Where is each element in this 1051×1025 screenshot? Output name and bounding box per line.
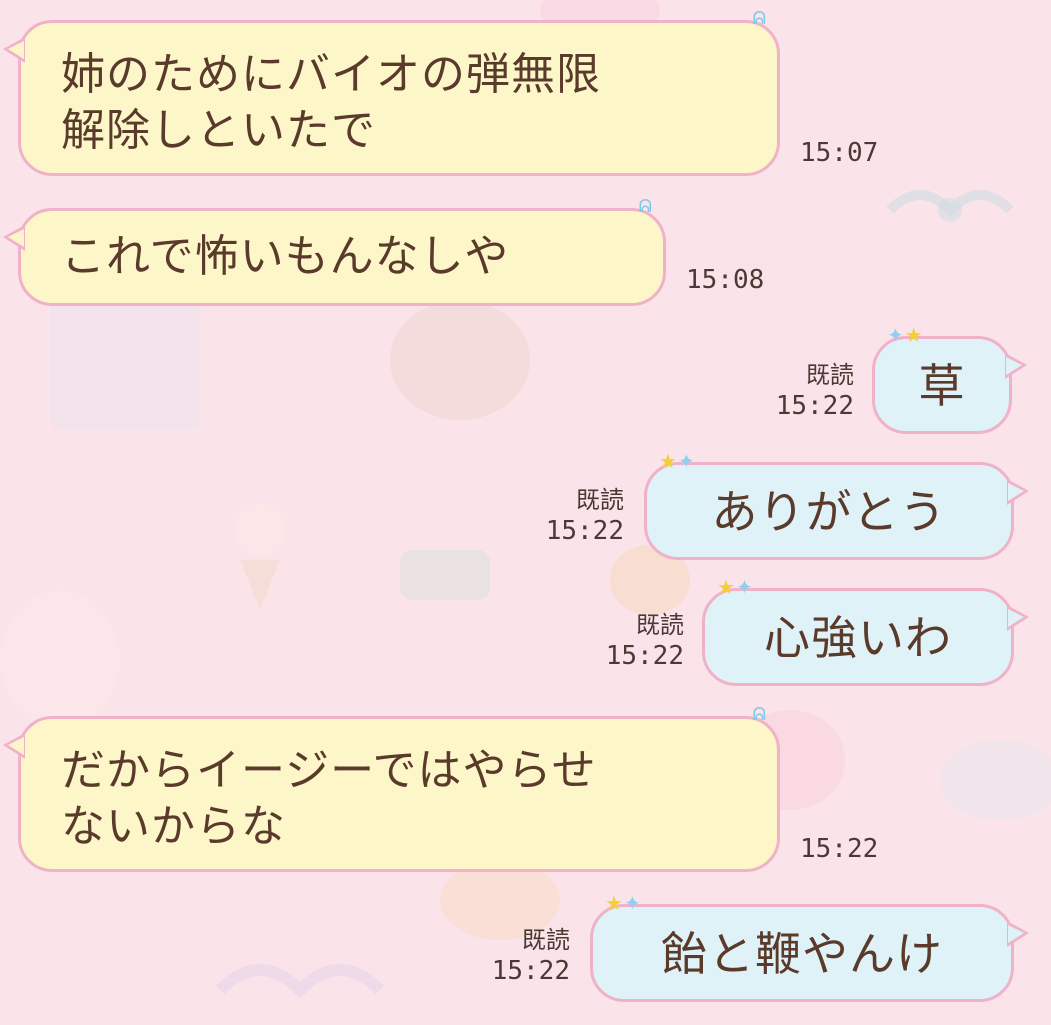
message-timestamp: 15:22 (775, 391, 854, 421)
star-sticker-icon: ★✦ (717, 575, 754, 599)
message-bubble-received: ᕱ これで怖いもんなしや (3, 197, 666, 306)
message-text: これで怖いもんなしや (61, 231, 510, 282)
message-timestamp: 15:22 (491, 956, 570, 986)
message-text: 心強いわ (764, 611, 952, 665)
message-bubble-received: ᕱ 姉のためにバイオの弾無限 解除しといたで (3, 9, 780, 176)
message-bubble-sent: ★✦ ありがとう (644, 451, 1029, 560)
message-text: 草 (918, 359, 966, 413)
star-sticker-icon: ★✦ (605, 891, 642, 915)
bubble-tail (1007, 921, 1029, 947)
message-text-line: だからイージーではやらせ (61, 745, 597, 796)
read-status: 既読 15:22 (760, 360, 854, 422)
read-status: 既読 15:22 (466, 925, 570, 987)
message-bubble-sent: ★✦ 心強いわ (702, 577, 1029, 686)
message-bubble-sent: ★✦ 飴と鞭やんけ (590, 893, 1029, 1002)
message-timestamp: 15:22 (545, 516, 624, 546)
message-timestamp: 15:07 (800, 138, 879, 168)
bubble-tail (3, 733, 25, 759)
ribbon-icon: ᕱ (752, 8, 767, 29)
message-text-line: ないからな (61, 801, 286, 852)
read-status: 既読 15:22 (580, 610, 684, 672)
read-status: 既読 15:22 (520, 485, 624, 547)
bubble-tail (3, 225, 25, 251)
bubble-tail (3, 37, 25, 63)
message-timestamp: 15:22 (800, 834, 879, 864)
read-label: 既読 (576, 486, 624, 514)
message-timestamp: 15:08 (686, 265, 765, 295)
message-text: 飴と鞭やんけ (661, 927, 943, 981)
ribbon-icon: ᕱ (638, 196, 653, 217)
ribbon-icon: ᕱ (752, 704, 767, 725)
message-text-line: 解除しといたで (61, 105, 376, 156)
message-bubble-received: ᕱ だからイージーではやらせ ないからな (3, 705, 780, 872)
bubble-tail (1007, 479, 1029, 505)
message-timestamp: 15:22 (605, 641, 684, 671)
message-bubble-sent: ✦★ 草 (872, 325, 1027, 434)
star-sticker-icon: ★✦ (659, 449, 696, 473)
read-label: 既読 (522, 926, 570, 954)
star-sticker-icon: ✦★ (887, 323, 924, 347)
read-label: 既読 (636, 611, 684, 639)
message-text: ありがとう (711, 485, 947, 539)
message-text-line: 姉のためにバイオの弾無限 (61, 49, 601, 100)
read-label: 既読 (806, 361, 854, 389)
bubble-tail (1005, 353, 1027, 379)
chat-log: ᕱ 姉のためにバイオの弾無限 解除しといたで 15:07 ᕱ これで怖いもんなし… (0, 0, 1051, 1025)
bubble-tail (1007, 605, 1029, 631)
